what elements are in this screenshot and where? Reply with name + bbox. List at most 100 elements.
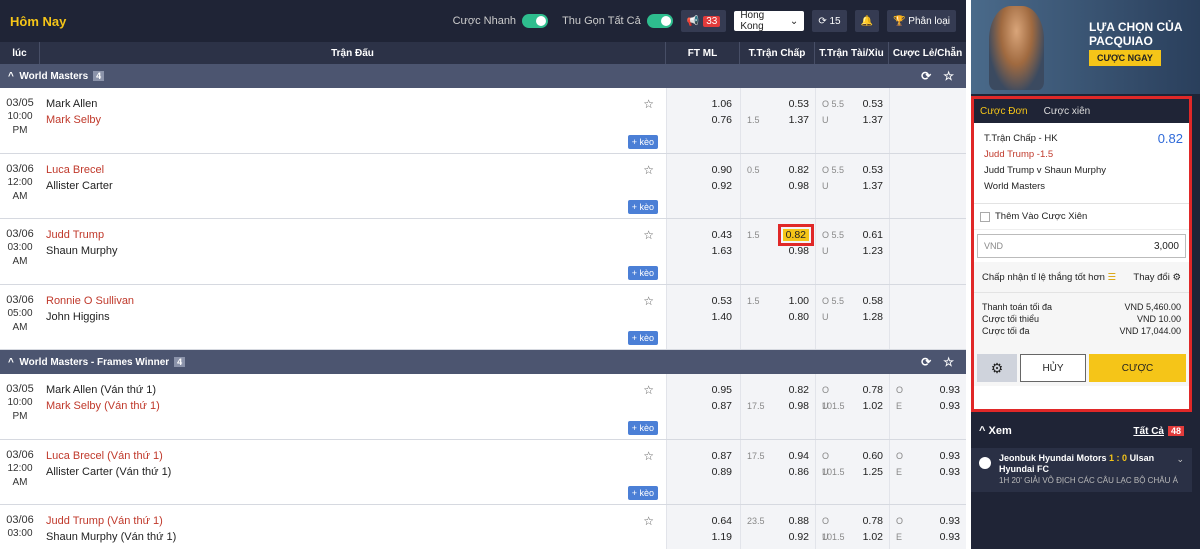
refresh-button[interactable]: ⟳ 15 — [812, 10, 847, 32]
more-odds-button[interactable]: + kèo — [627, 331, 658, 345]
alert-button[interactable]: 🔔 — [854, 10, 880, 32]
odds-value[interactable]: 0.94 — [789, 450, 809, 462]
live-match-item[interactable]: Jeonbuk Hyundai Motors 1 : 0 Ulsan Hyund… — [971, 448, 1192, 492]
place-bet-button[interactable]: CƯỢC — [1089, 354, 1186, 382]
league-header[interactable]: ^ World Masters - Frames Winner 4 ⟳ ☆ — [0, 350, 966, 374]
odds-value[interactable]: 0.43 — [712, 227, 732, 243]
odds-value[interactable]: 0.61 — [863, 227, 889, 243]
odds-value[interactable]: 1.37 — [863, 178, 889, 194]
odds-value[interactable]: 1.40 — [712, 309, 732, 325]
tab-single[interactable]: Cược Đơn — [980, 106, 1028, 117]
checkbox-icon[interactable] — [980, 211, 990, 222]
more-odds-button[interactable]: + kèo — [627, 134, 658, 149]
cancel-button[interactable]: HỦY — [1020, 354, 1086, 382]
watch-all-link[interactable]: Tất Cả — [1133, 426, 1164, 437]
odds-value[interactable]: 1.02 — [863, 398, 889, 414]
banner-cta-button[interactable]: CƯỢC NGAY — [1089, 50, 1161, 66]
odds-value[interactable]: 0.98 — [789, 398, 815, 414]
stake-input[interactable]: VND 3,000 — [977, 234, 1186, 258]
odds-value[interactable]: 0.87 — [712, 448, 732, 464]
tab-parlay[interactable]: Cược xiên — [1044, 106, 1091, 117]
odds-value[interactable]: 0.88 — [789, 515, 809, 527]
odds-value[interactable]: 0.64 — [712, 513, 732, 529]
refresh-icon[interactable]: ⟳ — [921, 355, 931, 369]
odds-value[interactable]: 1.19 — [712, 529, 732, 545]
odds-value[interactable]: 1.25 — [863, 464, 889, 480]
odds-value[interactable]: 0.93 — [940, 398, 966, 414]
odds-value[interactable]: 0.93 — [940, 382, 966, 398]
odds-value[interactable]: 0.80 — [789, 309, 815, 325]
more-odds-button[interactable]: + kèo — [627, 200, 658, 214]
odds-value[interactable]: 0.90 — [712, 162, 732, 178]
more-odds-button[interactable]: + kèo — [627, 420, 658, 435]
odds-value[interactable]: 0.82 — [789, 384, 809, 396]
gear-icon[interactable]: ⚙ — [1172, 272, 1181, 283]
accept-better-odds[interactable]: Chấp nhận tỉ lệ thắng tốt hơn ☰ Thay đổi… — [974, 262, 1189, 292]
odds-value[interactable]: 0.53 — [863, 96, 889, 112]
odds-value[interactable]: 0.95 — [712, 382, 732, 398]
star-icon[interactable]: ☆ — [643, 514, 654, 528]
odds-value[interactable]: 1.63 — [712, 243, 732, 259]
promo-banner[interactable]: LỰA CHỌN CỦA PACQUIAO CƯỢC NGAY — [971, 0, 1200, 94]
chevron-down-icon[interactable]: ⌄ — [1176, 454, 1184, 465]
quick-bet-toggle[interactable]: Cược Nhanh — [453, 14, 549, 28]
collapse-icon[interactable]: ^ — [8, 71, 14, 82]
odds-value[interactable]: 0.86 — [789, 464, 815, 480]
collapse-all-toggle[interactable]: Thu Gọn Tất Cả — [562, 14, 673, 28]
odds-value[interactable]: 0.92 — [789, 529, 815, 545]
star-icon[interactable]: ☆ — [643, 449, 654, 463]
odds-value[interactable]: 0.60 — [863, 448, 889, 464]
odds-value[interactable]: 0.87 — [712, 398, 732, 414]
odds-value[interactable]: 0.93 — [940, 513, 966, 529]
star-icon[interactable]: ☆ — [643, 163, 654, 177]
region-select[interactable]: Hong Kong ⌄ — [734, 10, 805, 32]
star-icon[interactable]: ☆ — [643, 383, 654, 397]
odds-value[interactable]: 1.00 — [789, 295, 809, 307]
star-icon[interactable]: ☆ — [643, 97, 654, 111]
collapse-icon[interactable]: ^ — [8, 357, 14, 368]
odds-value[interactable]: 1.37 — [789, 112, 815, 128]
odds-value[interactable]: 0.93 — [940, 529, 966, 545]
selected-odds-value[interactable]: 0.82 — [777, 224, 815, 246]
star-icon[interactable]: ☆ — [643, 294, 654, 308]
add-parlay-checkbox[interactable]: Thêm Vào Cược Xiên — [974, 204, 1189, 230]
odds-value[interactable]: 0.92 — [712, 178, 732, 194]
toggle-switch-icon[interactable] — [522, 14, 549, 28]
odds-value[interactable]: 0.78 — [863, 513, 889, 529]
collapse-icon[interactable]: ^ — [979, 425, 985, 437]
odds-value[interactable]: 0.76 — [712, 112, 732, 128]
max-payout: VND 5,460.00 — [1124, 302, 1181, 312]
match-ampm: PM — [12, 411, 28, 422]
odds-value[interactable]: 0.98 — [789, 178, 815, 194]
more-odds-button[interactable]: + kèo — [627, 265, 658, 280]
odds-value[interactable]: 1.23 — [863, 243, 889, 259]
over-under-odds: O 101.5 0.78 U 1.02 — [815, 505, 889, 549]
notifications-button[interactable]: 📢 33 — [680, 10, 727, 32]
region-value: Hong Kong — [740, 10, 765, 32]
odds-value[interactable]: 0.53 — [863, 162, 889, 178]
odds-value[interactable]: 1.28 — [863, 309, 889, 325]
odds-value[interactable]: 0.93 — [940, 464, 966, 480]
sort-button[interactable]: 🏆 Phân loại — [887, 10, 956, 32]
league-header[interactable]: ^ World Masters 4 ⟳ ☆ — [0, 64, 966, 88]
odds-value[interactable]: 0.93 — [940, 448, 966, 464]
odds-value[interactable]: 0.53 — [789, 98, 809, 110]
settings-button[interactable]: ⚙ — [977, 354, 1017, 382]
more-odds-button[interactable]: + kèo — [627, 486, 658, 500]
odds-value[interactable]: 1.37 — [863, 112, 889, 128]
star-icon[interactable]: ☆ — [643, 228, 654, 242]
odds-value[interactable]: 0.89 — [712, 464, 732, 480]
toggle-switch-icon[interactable] — [646, 14, 673, 28]
odds-line: O 101.5 — [822, 516, 845, 542]
star-icon[interactable]: ☆ — [943, 355, 954, 369]
star-icon[interactable]: ☆ — [943, 69, 954, 83]
change-link[interactable]: Thay đổi — [1133, 272, 1169, 283]
refresh-icon[interactable]: ⟳ — [921, 69, 931, 83]
odds-value[interactable]: 1.02 — [863, 529, 889, 545]
odds-value[interactable]: 0.78 — [863, 382, 889, 398]
odds-value[interactable]: 0.53 — [712, 293, 732, 309]
odds-value[interactable]: 0.82 — [789, 164, 809, 176]
odds-value[interactable]: 0.58 — [863, 293, 889, 309]
odds-value[interactable]: 0.98 — [789, 243, 815, 259]
odds-value[interactable]: 1.06 — [712, 96, 732, 112]
